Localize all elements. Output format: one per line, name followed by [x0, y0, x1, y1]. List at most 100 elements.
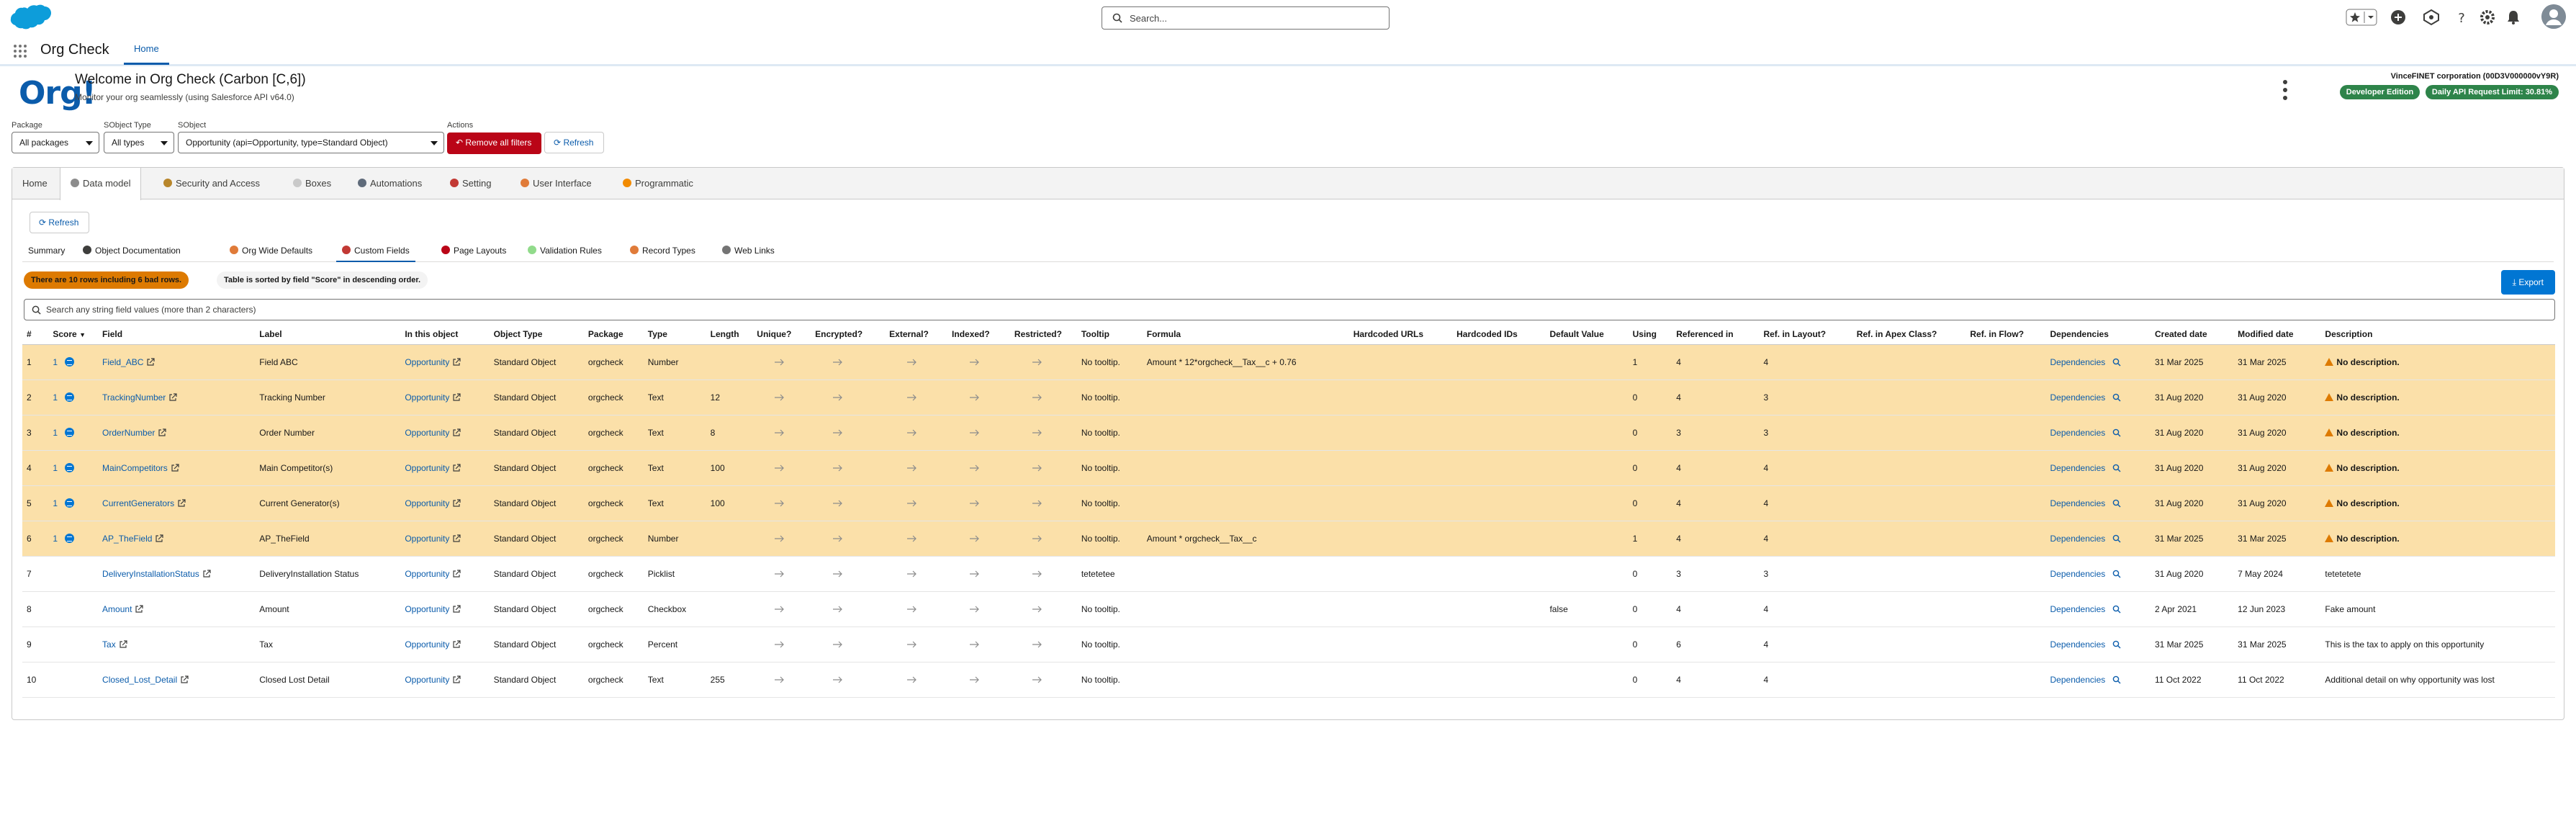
dependencies-link[interactable]: Dependencies	[2050, 463, 2106, 473]
refresh-button[interactable]: ⟳ Refresh	[30, 212, 90, 233]
object-link[interactable]: Opportunity	[405, 463, 449, 473]
score-details-icon[interactable]	[65, 462, 75, 472]
search-icon[interactable]	[2112, 605, 2121, 614]
tab-security-and-access[interactable]: Security and Access	[153, 168, 270, 199]
sobject-filter-select[interactable]: Opportunity (api=Opportunity, type=Stand…	[178, 132, 444, 153]
col-header-index[interactable]: #	[22, 324, 49, 345]
score-link[interactable]: 1	[53, 357, 58, 367]
score-link[interactable]: 1	[53, 534, 58, 544]
search-icon[interactable]	[2112, 428, 2121, 437]
external-link-icon[interactable]	[168, 392, 177, 402]
field-link[interactable]: Closed_Lost_Detail	[102, 675, 177, 685]
field-link[interactable]: DeliveryInstallationStatus	[102, 569, 199, 579]
app-launcher-icon[interactable]	[13, 44, 27, 58]
search-icon[interactable]	[2112, 675, 2121, 684]
col-header-in-this-object[interactable]: In this object	[400, 324, 490, 345]
search-icon[interactable]	[2112, 464, 2121, 472]
table-row[interactable]: 8 Amount Amount Opportunity Standard Object o…	[22, 591, 2555, 627]
tab-data-model[interactable]: Data model	[60, 168, 142, 200]
score-link[interactable]: 1	[53, 463, 58, 473]
field-link[interactable]: Amount	[102, 604, 132, 614]
dependencies-link[interactable]: Dependencies	[2050, 569, 2106, 579]
dependencies-link[interactable]: Dependencies	[2050, 357, 2106, 367]
col-header-modified-date[interactable]: Modified date	[2233, 324, 2321, 345]
score-link[interactable]: 1	[53, 498, 58, 508]
external-link-icon[interactable]	[452, 392, 461, 402]
external-link-icon[interactable]	[146, 357, 156, 367]
score-details-icon[interactable]	[65, 427, 75, 437]
object-link[interactable]: Opportunity	[405, 357, 449, 367]
tab-boxes[interactable]: Boxes	[283, 168, 341, 199]
object-link[interactable]: Opportunity	[405, 675, 449, 685]
col-header-hardcoded-ids[interactable]: Hardcoded IDs	[1452, 324, 1546, 345]
col-header-dependencies[interactable]: Dependencies	[2045, 324, 2151, 345]
col-header-unique[interactable]: Unique?	[752, 324, 811, 345]
search-icon[interactable]	[2112, 393, 2121, 402]
field-link[interactable]: Field_ABC	[102, 357, 143, 367]
tab-programmatic[interactable]: Programmatic	[613, 168, 703, 199]
export-button[interactable]: ⤓ Export	[2500, 270, 2555, 295]
field-link[interactable]: Tax	[102, 639, 116, 650]
external-link-icon[interactable]	[180, 675, 189, 684]
external-link-icon[interactable]	[171, 463, 179, 472]
external-link-icon[interactable]	[452, 604, 461, 614]
sobject-type-filter-select[interactable]: All types	[104, 132, 174, 153]
search-icon[interactable]	[2112, 534, 2121, 543]
field-link[interactable]: OrderNumber	[102, 428, 155, 438]
score-details-icon[interactable]	[65, 356, 75, 367]
col-header-using[interactable]: Using	[1628, 324, 1672, 345]
package-filter-select[interactable]: All packages	[12, 132, 99, 153]
external-link-icon[interactable]	[177, 498, 186, 508]
table-row[interactable]: 1 1 Field_ABC Field ABC Opportunity Standard …	[22, 344, 2555, 380]
col-header-indexed[interactable]: Indexed?	[947, 324, 1010, 345]
col-header-type[interactable]: Type	[643, 324, 706, 345]
object-link[interactable]: Opportunity	[405, 534, 449, 544]
subtab-custom-fields[interactable]: Custom Fields	[336, 239, 415, 262]
external-link-icon[interactable]	[452, 675, 461, 684]
score-details-icon[interactable]	[65, 533, 75, 543]
external-link-icon[interactable]	[452, 569, 461, 578]
external-link-icon[interactable]	[202, 569, 211, 578]
external-link-icon[interactable]	[158, 428, 167, 437]
external-link-icon[interactable]	[452, 463, 461, 472]
external-link-icon[interactable]	[119, 639, 127, 649]
table-row[interactable]: 2 1 TrackingNumber Tracking Number Opportuni…	[22, 379, 2555, 416]
external-link-icon[interactable]	[155, 534, 164, 543]
field-link[interactable]: TrackingNumber	[102, 392, 166, 403]
table-row[interactable]: 3 1 OrderNumber Order Number Opportunity Stan…	[22, 415, 2555, 451]
subtab-summary[interactable]: Summary	[22, 239, 71, 262]
subtab-record-types[interactable]: Record Types	[624, 239, 701, 262]
object-link[interactable]: Opportunity	[405, 428, 449, 438]
notifications-bell-icon[interactable]	[2504, 8, 2523, 27]
dependencies-link[interactable]: Dependencies	[2050, 428, 2106, 438]
col-header-ref-in-flow[interactable]: Ref. in Flow?	[1965, 324, 2046, 345]
col-header-object-type[interactable]: Object Type	[489, 324, 584, 345]
dependencies-link[interactable]: Dependencies	[2050, 639, 2106, 650]
trailhead-icon[interactable]	[2422, 8, 2441, 27]
col-header-tooltip[interactable]: Tooltip	[1076, 324, 1143, 345]
external-link-icon[interactable]	[452, 534, 461, 543]
user-avatar[interactable]	[2541, 4, 2566, 29]
help-icon[interactable]: ?	[2452, 8, 2471, 27]
col-header-label[interactable]: Label	[255, 324, 401, 345]
more-actions-icon[interactable]	[2282, 79, 2288, 101]
subtab-org-wide-defaults[interactable]: Org Wide Defaults	[224, 239, 318, 262]
nav-tab-home[interactable]: Home	[124, 35, 169, 65]
favorites-icon[interactable]	[2346, 9, 2377, 26]
field-link[interactable]: AP_TheField	[102, 534, 152, 544]
object-link[interactable]: Opportunity	[405, 392, 449, 403]
col-header-default-value[interactable]: Default Value	[1545, 324, 1629, 345]
external-link-icon[interactable]	[452, 498, 461, 508]
dependencies-link[interactable]: Dependencies	[2050, 392, 2106, 403]
tab-setting[interactable]: Setting	[440, 168, 501, 199]
global-search-input[interactable]: Search...	[1102, 6, 1390, 30]
dependencies-link[interactable]: Dependencies	[2050, 675, 2106, 685]
dependencies-link[interactable]: Dependencies	[2050, 534, 2106, 544]
col-header-formula[interactable]: Formula	[1142, 324, 1349, 345]
filters-refresh-button[interactable]: ⟳ Refresh	[544, 132, 605, 153]
table-row[interactable]: 9 Tax Tax Opportunity Standard Object orgchec…	[22, 626, 2555, 662]
field-link[interactable]: MainCompetitors	[102, 463, 168, 473]
col-header-restricted[interactable]: Restricted?	[1009, 324, 1077, 345]
tab-automations[interactable]: Automations	[348, 168, 432, 199]
setup-gear-icon[interactable]	[2478, 8, 2497, 27]
